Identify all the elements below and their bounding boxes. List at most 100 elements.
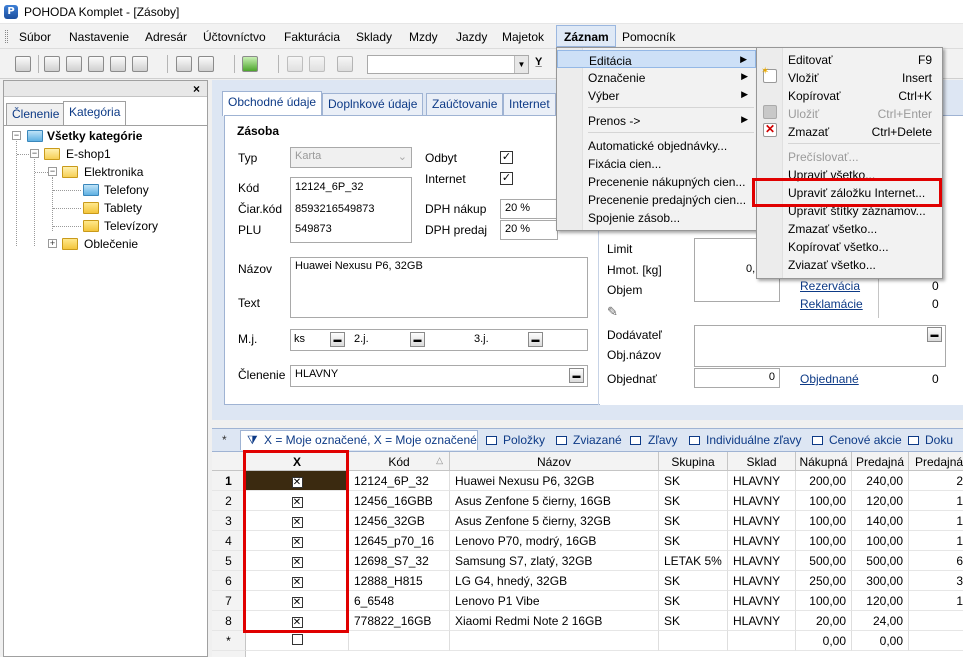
menu-item-editacia[interactable]: Editácia ▶ — [557, 50, 756, 68]
grid-tab-filter[interactable]: X = Moje označené, X = Moje označené — [264, 433, 477, 447]
menu-sklady[interactable]: Sklady — [356, 30, 392, 44]
grid-cell-sklad[interactable]: HLAVNY — [728, 551, 796, 571]
grid-header-kod[interactable]: Kód △ — [349, 452, 450, 471]
mj-field[interactable]: ks — [294, 333, 305, 345]
menu-subor[interactable]: Súbor — [19, 30, 51, 44]
print-preview-icon[interactable] — [88, 56, 104, 72]
grid-tab-polozky[interactable]: Položky — [503, 433, 545, 447]
grid-cell-nazov[interactable]: Asus Zenfone 5 čierny, 32GB — [450, 511, 659, 531]
grid-cell-nazov[interactable]: Lenovo P70, modrý, 16GB — [450, 531, 659, 551]
tree-collapse-icon[interactable]: − — [12, 131, 21, 140]
menu-item-precenenie-predajnych-cien[interactable]: Precenenie predajných cien... — [557, 190, 756, 208]
grid-cell-skupina[interactable] — [659, 631, 728, 651]
menu-fakturacia[interactable]: Fakturácia — [284, 30, 340, 44]
tab-clenenie[interactable]: Členenie — [6, 103, 66, 125]
grid-row-number[interactable]: 2 — [212, 491, 246, 511]
tree-collapse-icon[interactable]: − — [48, 167, 57, 176]
menu-zaznam[interactable]: Záznam — [556, 25, 616, 47]
grid-cell-sklad[interactable]: HLAVNY — [728, 531, 796, 551]
grid-cell-nakupna[interactable]: 200,00 — [796, 471, 852, 491]
submenu-item-zmazat-vsetko[interactable]: Zmazať všetko... — [757, 219, 942, 237]
submenu-item-editovat[interactable]: Editovať F9 — [757, 50, 942, 68]
grid-cell-nazov[interactable]: Xiaomi Redmi Note 2 16GB — [450, 611, 659, 631]
grid-tab-zlavy[interactable]: Zľavy — [648, 433, 678, 447]
grid-cell-kod[interactable]: 12456_16GBB — [349, 491, 450, 511]
grid-cell-kod[interactable]: 778822_16GB — [349, 611, 450, 631]
mj3-dropdown-icon[interactable]: ▬ — [528, 332, 543, 347]
grid-cell-p2[interactable] — [909, 611, 963, 631]
submenu-item-vlozit[interactable]: Vložiť Insert ✶ — [757, 66, 942, 86]
grid-cell-skupina[interactable]: SK — [659, 571, 728, 591]
dph-nakup-field[interactable]: 20 % — [500, 199, 558, 219]
internet-checkbox[interactable]: ✓ — [500, 172, 513, 185]
tree-item-tablety[interactable]: Tablety — [104, 201, 142, 215]
print-icon[interactable] — [66, 56, 82, 72]
menu-item-spojenie-zasob[interactable]: Spojenie zásob... — [557, 208, 756, 226]
grid-header-skupina[interactable]: Skupina — [659, 452, 728, 471]
nazov-field[interactable]: Huawei Nexusu P6, 32GB — [290, 257, 588, 318]
grid-cell-sklad[interactable] — [728, 631, 796, 651]
grid-tab-cenove-akcie[interactable]: Cenové akcie — [829, 433, 902, 447]
grid-cell-skupina[interactable]: SK — [659, 531, 728, 551]
chevron-down-icon[interactable]: ▼ — [514, 56, 528, 73]
grid-cell-kod[interactable]: 12888_H815 — [349, 571, 450, 591]
grid-cell-nakupna[interactable]: 0,00 — [796, 631, 852, 651]
tab-doplnkove-udaje[interactable]: Doplnkové údaje — [322, 93, 424, 115]
submenu-item-kopirovat-vsetko[interactable]: Kopírovať všetko... — [757, 237, 942, 255]
tab-kategoria[interactable]: Kategória — [63, 101, 127, 125]
grid-cell-predajna[interactable]: 120,00 — [852, 591, 909, 611]
tree-item-vsetky-kategorie[interactable]: Všetky kategórie — [47, 129, 142, 143]
back-arrow-icon[interactable] — [242, 56, 258, 72]
menu-adresar[interactable]: Adresár — [145, 30, 187, 44]
plu-field[interactable]: 549873 — [295, 223, 332, 235]
grid-cell-sklad[interactable]: HLAVNY — [728, 511, 796, 531]
grid-cell-predajna[interactable]: 0,00 — [852, 631, 909, 651]
grid-row-number[interactable]: 6 — [212, 571, 246, 591]
grid-row-number[interactable]: 7 — [212, 591, 246, 611]
tree-item-elektronika[interactable]: Elektronika — [84, 165, 143, 179]
grid-cell-sklad[interactable]: HLAVNY — [728, 471, 796, 491]
odbyt-checkbox[interactable]: ✓ — [500, 151, 513, 164]
menu-item-fixacia-cien[interactable]: Fixácia cien... — [557, 154, 756, 172]
mj2-dropdown-icon[interactable]: ▬ — [410, 332, 425, 347]
grid-row-number[interactable]: 5 — [212, 551, 246, 571]
grid-cell-skupina[interactable]: SK — [659, 591, 728, 611]
grid-cell-nakupna[interactable]: 100,00 — [796, 491, 852, 511]
grid-cell-kod[interactable]: 6_6548 — [349, 591, 450, 611]
grid-cell-nazov[interactable] — [450, 631, 659, 651]
grid-cell-p2[interactable]: 2 — [909, 471, 963, 491]
clenenie-field[interactable]: HLAVNY — [290, 365, 588, 387]
menu-nastavenie[interactable]: Nastavenie — [69, 30, 129, 44]
toolbar-doc-icon[interactable] — [337, 56, 353, 72]
grid-cell-nakupna[interactable]: 500,00 — [796, 551, 852, 571]
grid-cell-predajna[interactable]: 500,00 — [852, 551, 909, 571]
grid-tab-asterisk[interactable]: * — [222, 433, 227, 447]
grid-cell-skupina[interactable]: LETAK 5% — [659, 551, 728, 571]
grid-cell-nakupna[interactable]: 20,00 — [796, 611, 852, 631]
grid-cell-kod[interactable] — [349, 631, 450, 651]
grid-cell-predajna[interactable]: 120,00 — [852, 491, 909, 511]
grid-cell-p2[interactable]: 1 — [909, 531, 963, 551]
tree-item-oblecenie[interactable]: Oblečenie — [84, 237, 138, 251]
report-icon[interactable] — [110, 56, 126, 72]
grid-tab-dokumenty[interactable]: Doku — [925, 433, 953, 447]
submenu-item-kopirovat[interactable]: Kopírovať Ctrl+K — [757, 86, 942, 104]
toolbar-export-icon[interactable] — [132, 56, 148, 72]
grid-cell-nazov[interactable]: Samsung S7, zlatý, 32GB — [450, 551, 659, 571]
grid-cell-nakupna[interactable]: 100,00 — [796, 511, 852, 531]
new-record-icon[interactable] — [176, 56, 192, 72]
grid-row-number[interactable]: 3 — [212, 511, 246, 531]
toolbar-copy-icon[interactable] — [44, 56, 60, 72]
grid-cell-skupina[interactable]: SK — [659, 491, 728, 511]
dph-predaj-field[interactable]: 20 % — [500, 220, 558, 240]
grid-cell-p2[interactable]: 1 — [909, 591, 963, 611]
filter-icon[interactable]: Y̲ — [535, 56, 542, 68]
grid-tab-zviazane[interactable]: Zviazané — [573, 433, 622, 447]
grid-cell-predajna[interactable]: 300,00 — [852, 571, 909, 591]
objednane-link[interactable]: Objednané — [800, 372, 859, 386]
grid-cell-sklad[interactable]: HLAVNY — [728, 591, 796, 611]
grid-new-row-marker[interactable]: * — [212, 631, 246, 651]
tree-expand-icon[interactable]: + — [48, 239, 57, 248]
rezervacia-link[interactable]: Rezervácia — [800, 279, 860, 293]
objednat-field[interactable]: 0 — [694, 368, 780, 388]
